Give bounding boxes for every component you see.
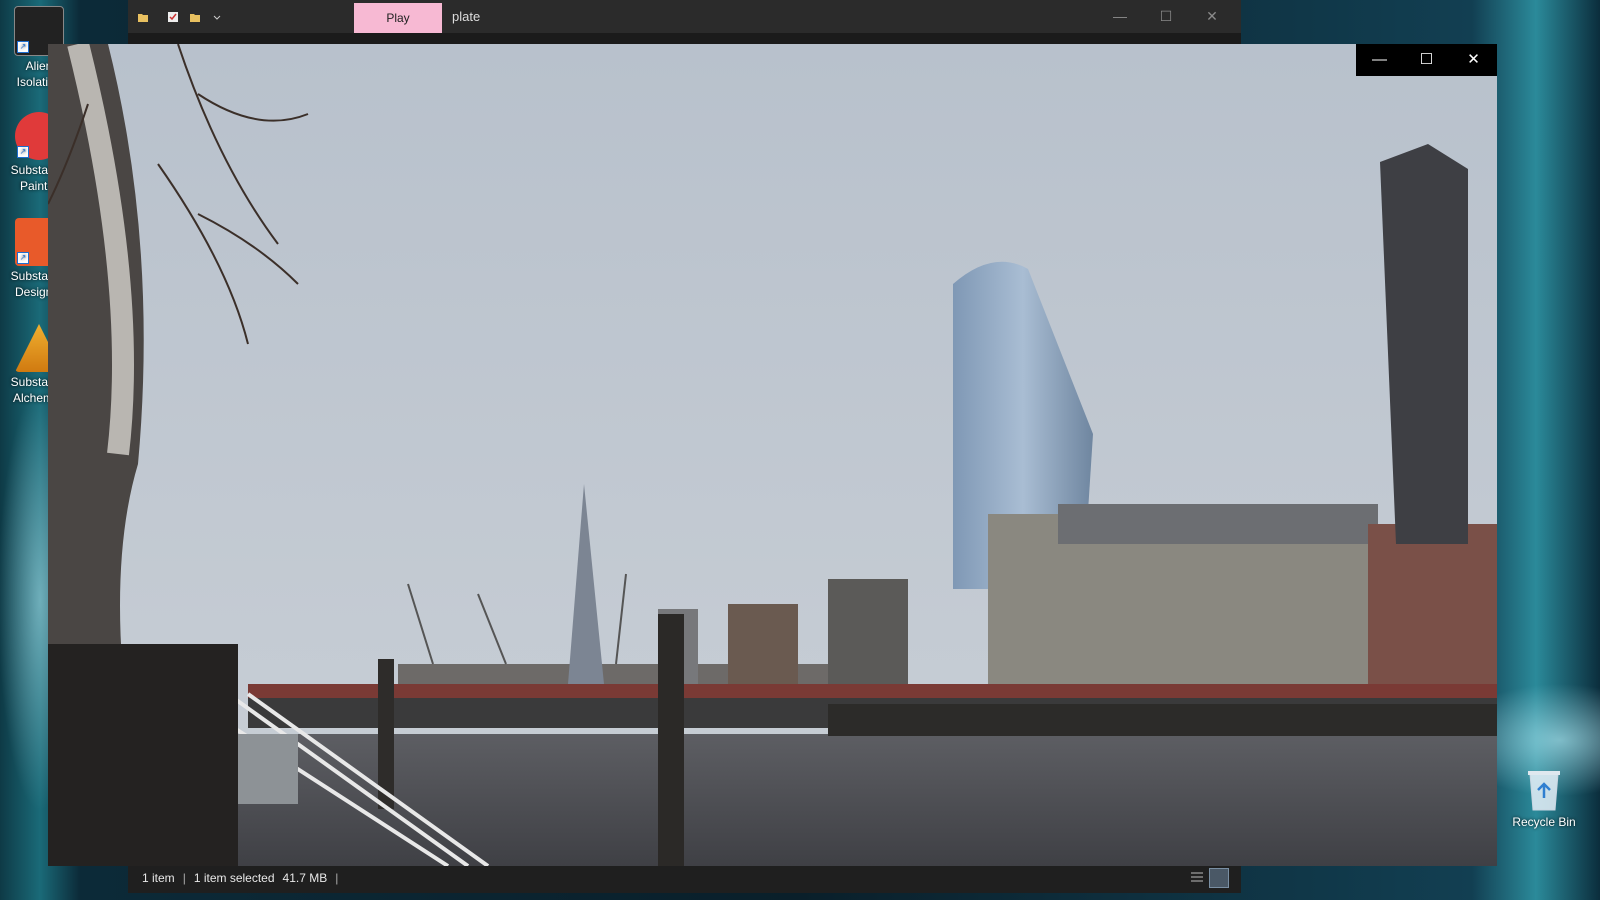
large-icons-view-icon[interactable] bbox=[1209, 868, 1229, 888]
status-size: 41.7 MB bbox=[282, 871, 328, 885]
viewer-minimize-button[interactable]: — bbox=[1356, 44, 1403, 76]
viewer-maximize-button[interactable]: ☐ bbox=[1403, 44, 1450, 76]
explorer-minimize-button[interactable]: — bbox=[1097, 0, 1143, 33]
folder-icon bbox=[138, 13, 148, 22]
properties-icon[interactable] bbox=[166, 10, 180, 24]
photo-viewer-window: — ☐ ✕ bbox=[48, 44, 1497, 866]
status-selected: 1 item selected bbox=[193, 871, 275, 885]
desktop-icon-recycle-bin[interactable]: Recycle Bin bbox=[1505, 768, 1583, 829]
details-view-icon[interactable] bbox=[1189, 870, 1205, 886]
status-separator: | bbox=[182, 871, 186, 885]
status-separator: | bbox=[335, 871, 339, 885]
explorer-window-title: plate bbox=[452, 9, 481, 24]
chevron-down-icon[interactable] bbox=[210, 10, 224, 24]
new-folder-icon[interactable] bbox=[188, 10, 202, 24]
explorer-titlebar: Play plate — ☐ ✕ bbox=[128, 0, 1241, 33]
viewer-close-button[interactable]: ✕ bbox=[1450, 44, 1497, 76]
river-skyline-photo bbox=[48, 44, 1497, 866]
explorer-maximize-button[interactable]: ☐ bbox=[1143, 0, 1189, 33]
contextual-tab-play[interactable]: Play bbox=[354, 3, 442, 33]
status-item-count: 1 item bbox=[142, 871, 175, 885]
explorer-statusbar: 1 item | 1 item selected 41.7 MB | bbox=[128, 863, 1241, 893]
explorer-close-button[interactable]: ✕ bbox=[1189, 0, 1235, 33]
recycle-bin-label: Recycle Bin bbox=[1512, 815, 1576, 829]
recycle-bin-icon bbox=[1528, 771, 1560, 811]
